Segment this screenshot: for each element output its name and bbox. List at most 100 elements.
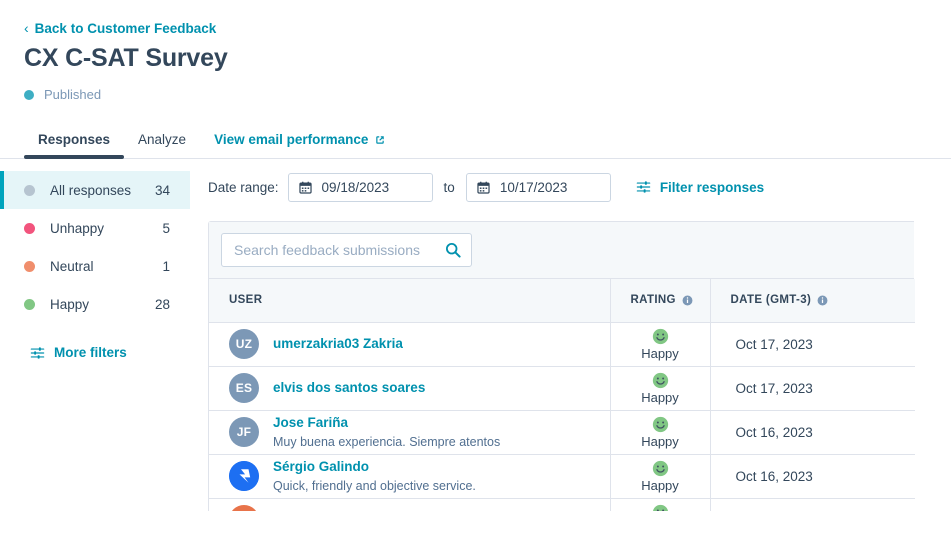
cell-rating: Happy bbox=[609, 454, 710, 499]
column-header-date[interactable]: DATE (GMT-3) bbox=[709, 279, 915, 323]
table-toolbar bbox=[209, 222, 914, 279]
column-header-user[interactable]: USER bbox=[209, 279, 610, 323]
external-link-icon bbox=[376, 135, 385, 144]
cell-rating: Happy bbox=[609, 322, 710, 367]
table-row[interactable]: UZ umerzakria03 Zakria Happy Oct 17, 202… bbox=[209, 322, 915, 367]
user-name-link[interactable]: Sérgio Galindo bbox=[273, 459, 369, 474]
info-icon[interactable] bbox=[682, 295, 693, 306]
responses-panel: Date range: 09/18/2023 to 10/17/2023 Fil… bbox=[190, 159, 951, 511]
responses-table: USER RATING DATE (GMT-3) UZ umerzakria03… bbox=[209, 279, 915, 511]
content-area: All responses 34 Unhappy 5 Neutral 1 Hap… bbox=[0, 159, 951, 511]
cell-user: B.O.B ─── VICTOR LINCHTENBERG FALZONI bbox=[209, 498, 610, 511]
sidebar-item-count: 34 bbox=[154, 182, 170, 198]
sidebar-item-unhappy[interactable]: Unhappy 5 bbox=[0, 209, 190, 247]
table-body: UZ umerzakria03 Zakria Happy Oct 17, 202… bbox=[209, 322, 915, 511]
avatar: B.O.B ─── bbox=[229, 505, 259, 511]
date-to-input[interactable]: 10/17/2023 bbox=[465, 172, 611, 202]
rating-label: Happy bbox=[641, 345, 679, 361]
column-header-user-label: USER bbox=[229, 294, 263, 307]
column-header-date-label: DATE (GMT-3) bbox=[730, 294, 812, 307]
cell-user: JF Jose Fariña Muy buena experiencia. Si… bbox=[209, 410, 610, 455]
sidebar-item-neutral[interactable]: Neutral 1 bbox=[0, 247, 190, 285]
cell-user: Sérgio Galindo Quick, friendly and objec… bbox=[209, 454, 610, 499]
status-badge: Published bbox=[44, 87, 102, 102]
date-range-label: Date range: bbox=[208, 179, 279, 195]
date-to-value: 10/17/2023 bbox=[499, 179, 568, 195]
table-row[interactable]: JF Jose Fariña Muy buena experiencia. Si… bbox=[209, 410, 915, 455]
view-email-performance-link[interactable]: View email performance bbox=[200, 132, 400, 158]
page-title: CX C-SAT Survey bbox=[24, 44, 228, 72]
avatar-initials: UZ bbox=[235, 337, 253, 351]
avatar-initials: JF bbox=[236, 425, 252, 439]
search-icon[interactable] bbox=[445, 242, 461, 258]
sentiment-dot-icon bbox=[24, 222, 35, 234]
search-input[interactable] bbox=[234, 242, 439, 258]
cell-date: Oct 17, 2023 bbox=[709, 322, 915, 367]
sidebar-item-count: 28 bbox=[154, 296, 170, 312]
user-name-link[interactable]: Jose Fariña bbox=[273, 415, 348, 430]
search-feedback-box[interactable] bbox=[221, 233, 472, 267]
user-comment: Quick, friendly and objective service. bbox=[273, 478, 476, 493]
avatar-initials: ES bbox=[235, 381, 253, 395]
cell-rating: Happy bbox=[609, 366, 710, 411]
status-dot-icon bbox=[24, 89, 34, 100]
date-from-input[interactable]: 09/18/2023 bbox=[287, 172, 433, 202]
tab-analyze-label: Analyze bbox=[138, 132, 187, 147]
tab-bar: Responses Analyze View email performance bbox=[0, 122, 951, 159]
date-range-toolbar: Date range: 09/18/2023 to 10/17/2023 Fil… bbox=[208, 171, 951, 203]
chevron-left-icon: ‹ bbox=[24, 20, 29, 36]
view-email-performance-label: View email performance bbox=[214, 132, 369, 147]
avatar: UZ bbox=[229, 329, 259, 359]
filter-responses-label: Filter responses bbox=[659, 179, 765, 195]
info-icon[interactable] bbox=[817, 295, 828, 306]
cell-date: Oct 16, 2023 bbox=[709, 498, 915, 511]
avatar: JF bbox=[229, 417, 259, 447]
sentiment-dot-icon bbox=[24, 260, 35, 272]
responses-table-card: USER RATING bbox=[208, 221, 915, 511]
cell-rating: Happy bbox=[609, 498, 710, 511]
cell-user: UZ umerzakria03 Zakria bbox=[209, 322, 610, 367]
cell-user: ES elvis dos santos soares bbox=[209, 366, 610, 411]
table-row[interactable]: ES elvis dos santos soares Happy Oct 17,… bbox=[209, 366, 915, 411]
back-to-customer-feedback-link[interactable]: ‹ Back to Customer Feedback bbox=[24, 21, 216, 36]
sliders-icon bbox=[636, 181, 651, 193]
calendar-icon bbox=[298, 181, 312, 194]
sidebar-item-all-responses[interactable]: All responses 34 bbox=[0, 171, 190, 209]
happy-face-icon bbox=[652, 504, 668, 511]
tab-analyze[interactable]: Analyze bbox=[124, 132, 200, 158]
happy-face-icon bbox=[652, 416, 668, 432]
more-filters-label: More filters bbox=[54, 345, 127, 360]
tab-responses-label: Responses bbox=[38, 132, 111, 147]
back-link-label: Back to Customer Feedback bbox=[34, 20, 217, 36]
page-header: ‹ Back to Customer Feedback CX C-SAT Sur… bbox=[0, 0, 951, 102]
sentiment-dot-icon bbox=[24, 184, 35, 196]
rating-label: Happy bbox=[641, 477, 679, 493]
avatar bbox=[229, 461, 259, 491]
user-name-link[interactable]: elvis dos santos soares bbox=[273, 380, 425, 395]
filters-sidebar: All responses 34 Unhappy 5 Neutral 1 Hap… bbox=[0, 159, 190, 511]
sliders-icon bbox=[30, 346, 45, 359]
cell-date: Oct 17, 2023 bbox=[709, 366, 915, 411]
column-header-rating[interactable]: RATING bbox=[609, 279, 710, 323]
sidebar-item-happy[interactable]: Happy 28 bbox=[0, 285, 190, 323]
cell-date: Oct 16, 2023 bbox=[709, 410, 915, 455]
sidebar-item-label: All responses bbox=[50, 182, 132, 198]
happy-face-icon bbox=[652, 460, 668, 476]
table-row[interactable]: Sérgio Galindo Quick, friendly and objec… bbox=[209, 454, 915, 499]
sidebar-item-count: 5 bbox=[162, 220, 170, 236]
user-name-link[interactable]: umerzakria03 Zakria bbox=[273, 336, 403, 351]
sidebar-item-label: Unhappy bbox=[50, 220, 105, 236]
happy-face-icon bbox=[652, 328, 668, 344]
more-filters-button[interactable]: More filters bbox=[0, 345, 190, 360]
table-head: USER RATING DATE (GMT-3) bbox=[209, 279, 915, 323]
table-row[interactable]: B.O.B ─── VICTOR LINCHTENBERG FALZONI bbox=[209, 498, 915, 511]
tab-responses[interactable]: Responses bbox=[24, 132, 125, 159]
cell-rating: Happy bbox=[609, 410, 710, 455]
date-range-to-label: to bbox=[443, 179, 455, 195]
user-comment: Muy buena experiencia. Siempre atentos bbox=[273, 434, 501, 449]
filter-responses-button[interactable]: Filter responses bbox=[636, 180, 764, 195]
sidebar-item-count: 1 bbox=[162, 258, 170, 274]
calendar-icon bbox=[477, 181, 490, 194]
cell-date: Oct 16, 2023 bbox=[709, 454, 915, 499]
sentiment-dot-icon bbox=[24, 298, 35, 310]
